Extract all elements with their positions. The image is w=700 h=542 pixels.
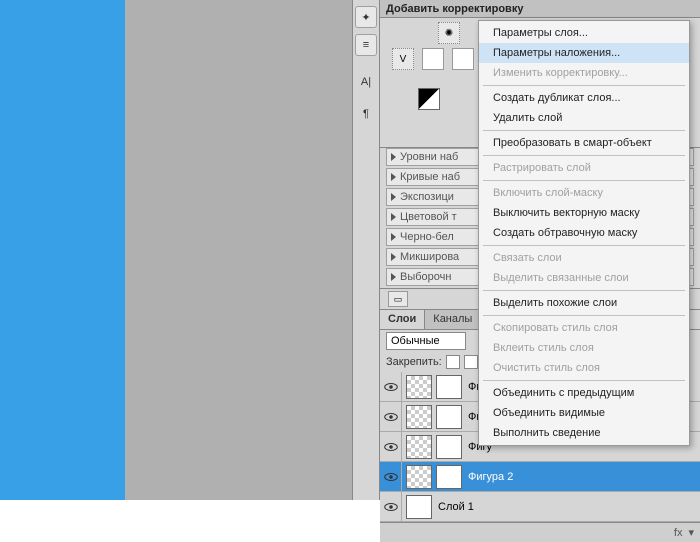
layer-thumbnail[interactable] <box>406 465 432 489</box>
preset-label: Черно-бел <box>400 231 454 243</box>
preset-label: Микширова <box>400 251 459 263</box>
preset-label: Кривые наб <box>400 171 460 183</box>
layer-thumbnail[interactable] <box>406 495 432 519</box>
footer-btn-icon[interactable]: ▭ <box>388 291 408 307</box>
visibility-eye-icon[interactable] <box>380 372 402 402</box>
menu-item: Связать слои <box>479 248 689 268</box>
preset-label: Уровни наб <box>400 151 458 163</box>
paragraph-panel-icon[interactable]: ¶ <box>363 108 369 120</box>
expand-icon <box>391 153 396 161</box>
adj-tile-icon[interactable] <box>422 48 444 70</box>
visibility-eye-icon[interactable] <box>380 402 402 432</box>
canvas-document[interactable] <box>0 0 125 500</box>
menu-item[interactable]: Удалить слой <box>479 108 689 128</box>
preset-label: Выборочн <box>400 271 451 283</box>
menu-item[interactable]: Выключить векторную маску <box>479 203 689 223</box>
menu-item: Скопировать стиль слоя <box>479 318 689 338</box>
expand-icon <box>391 173 396 181</box>
expand-icon <box>391 193 396 201</box>
menu-item[interactable]: Создать обтравочную маску <box>479 223 689 243</box>
lock-pixels-icon[interactable] <box>464 355 478 369</box>
expand-icon <box>391 253 396 261</box>
menu-item: Вклеить стиль слоя <box>479 338 689 358</box>
adjustments-title: Добавить корректировку <box>380 0 700 18</box>
tool-icon[interactable]: ≡ <box>355 34 377 56</box>
menu-item: Включить слой-маску <box>479 183 689 203</box>
menu-item: Очистить стиль слоя <box>479 358 689 378</box>
menu-item: Растрировать слой <box>479 158 689 178</box>
lock-transparent-icon[interactable] <box>446 355 460 369</box>
chevron-down-icon[interactable]: ▾ <box>688 526 694 539</box>
preset-label: Экспозици <box>400 191 454 203</box>
adj-tile-icon[interactable] <box>452 48 474 70</box>
adj-tile-icon[interactable]: V <box>392 48 414 70</box>
layer-thumbnail[interactable] <box>406 375 432 399</box>
brightness-adj-icon[interactable]: ✺ <box>438 22 460 44</box>
blend-mode-select[interactable]: Обычные <box>386 332 466 350</box>
layer-context-menu: Параметры слоя...Параметры наложения...И… <box>478 20 690 446</box>
layer-mask-thumbnail[interactable] <box>436 435 462 459</box>
menu-item[interactable]: Выделить похожие слои <box>479 293 689 313</box>
visibility-eye-icon[interactable] <box>380 432 402 462</box>
expand-icon <box>391 233 396 241</box>
menu-item: Изменить корректировку... <box>479 63 689 83</box>
tab-layers[interactable]: Слои <box>380 310 425 329</box>
layer-name: Слой 1 <box>436 501 700 513</box>
menu-item[interactable]: Преобразовать в смарт-объект <box>479 133 689 153</box>
lock-label: Закрепить: <box>386 356 442 368</box>
visibility-eye-icon[interactable] <box>380 462 402 492</box>
tab-channels[interactable]: Каналы <box>425 310 481 329</box>
layer-thumbnail[interactable] <box>406 435 432 459</box>
layer-mask-thumbnail[interactable] <box>436 405 462 429</box>
layers-footer: fx ▾ <box>380 522 700 542</box>
adj-bw-icon[interactable] <box>418 88 440 110</box>
layer-row[interactable]: Слой 1 <box>380 492 700 522</box>
workspace-bg <box>0 0 352 500</box>
menu-item[interactable]: Выполнить сведение <box>479 423 689 443</box>
menu-item[interactable]: Создать дубликат слоя... <box>479 88 689 108</box>
fx-icon[interactable]: fx <box>674 527 683 539</box>
menu-item[interactable]: Объединить видимые <box>479 403 689 423</box>
menu-item[interactable]: Параметры наложения... <box>479 43 689 63</box>
expand-icon <box>391 213 396 221</box>
vertical-toolbar: ✦ ≡ А| ¶ <box>352 0 380 500</box>
layer-thumbnail[interactable] <box>406 405 432 429</box>
layer-mask-thumbnail[interactable] <box>436 465 462 489</box>
layer-row[interactable]: Фигура 2 <box>380 462 700 492</box>
blend-mode-value: Обычные <box>391 335 440 347</box>
menu-item[interactable]: Параметры слоя... <box>479 23 689 43</box>
menu-item: Выделить связанные слои <box>479 268 689 288</box>
menu-item[interactable]: Объединить с предыдущим <box>479 383 689 403</box>
visibility-eye-icon[interactable] <box>380 492 402 522</box>
expand-icon <box>391 273 396 281</box>
layer-mask-thumbnail[interactable] <box>436 375 462 399</box>
tool-icon[interactable]: ✦ <box>355 6 377 28</box>
preset-label: Цветовой т <box>400 211 457 223</box>
character-panel-icon[interactable]: А| <box>361 76 371 88</box>
layer-name: Фигура 2 <box>466 471 700 483</box>
